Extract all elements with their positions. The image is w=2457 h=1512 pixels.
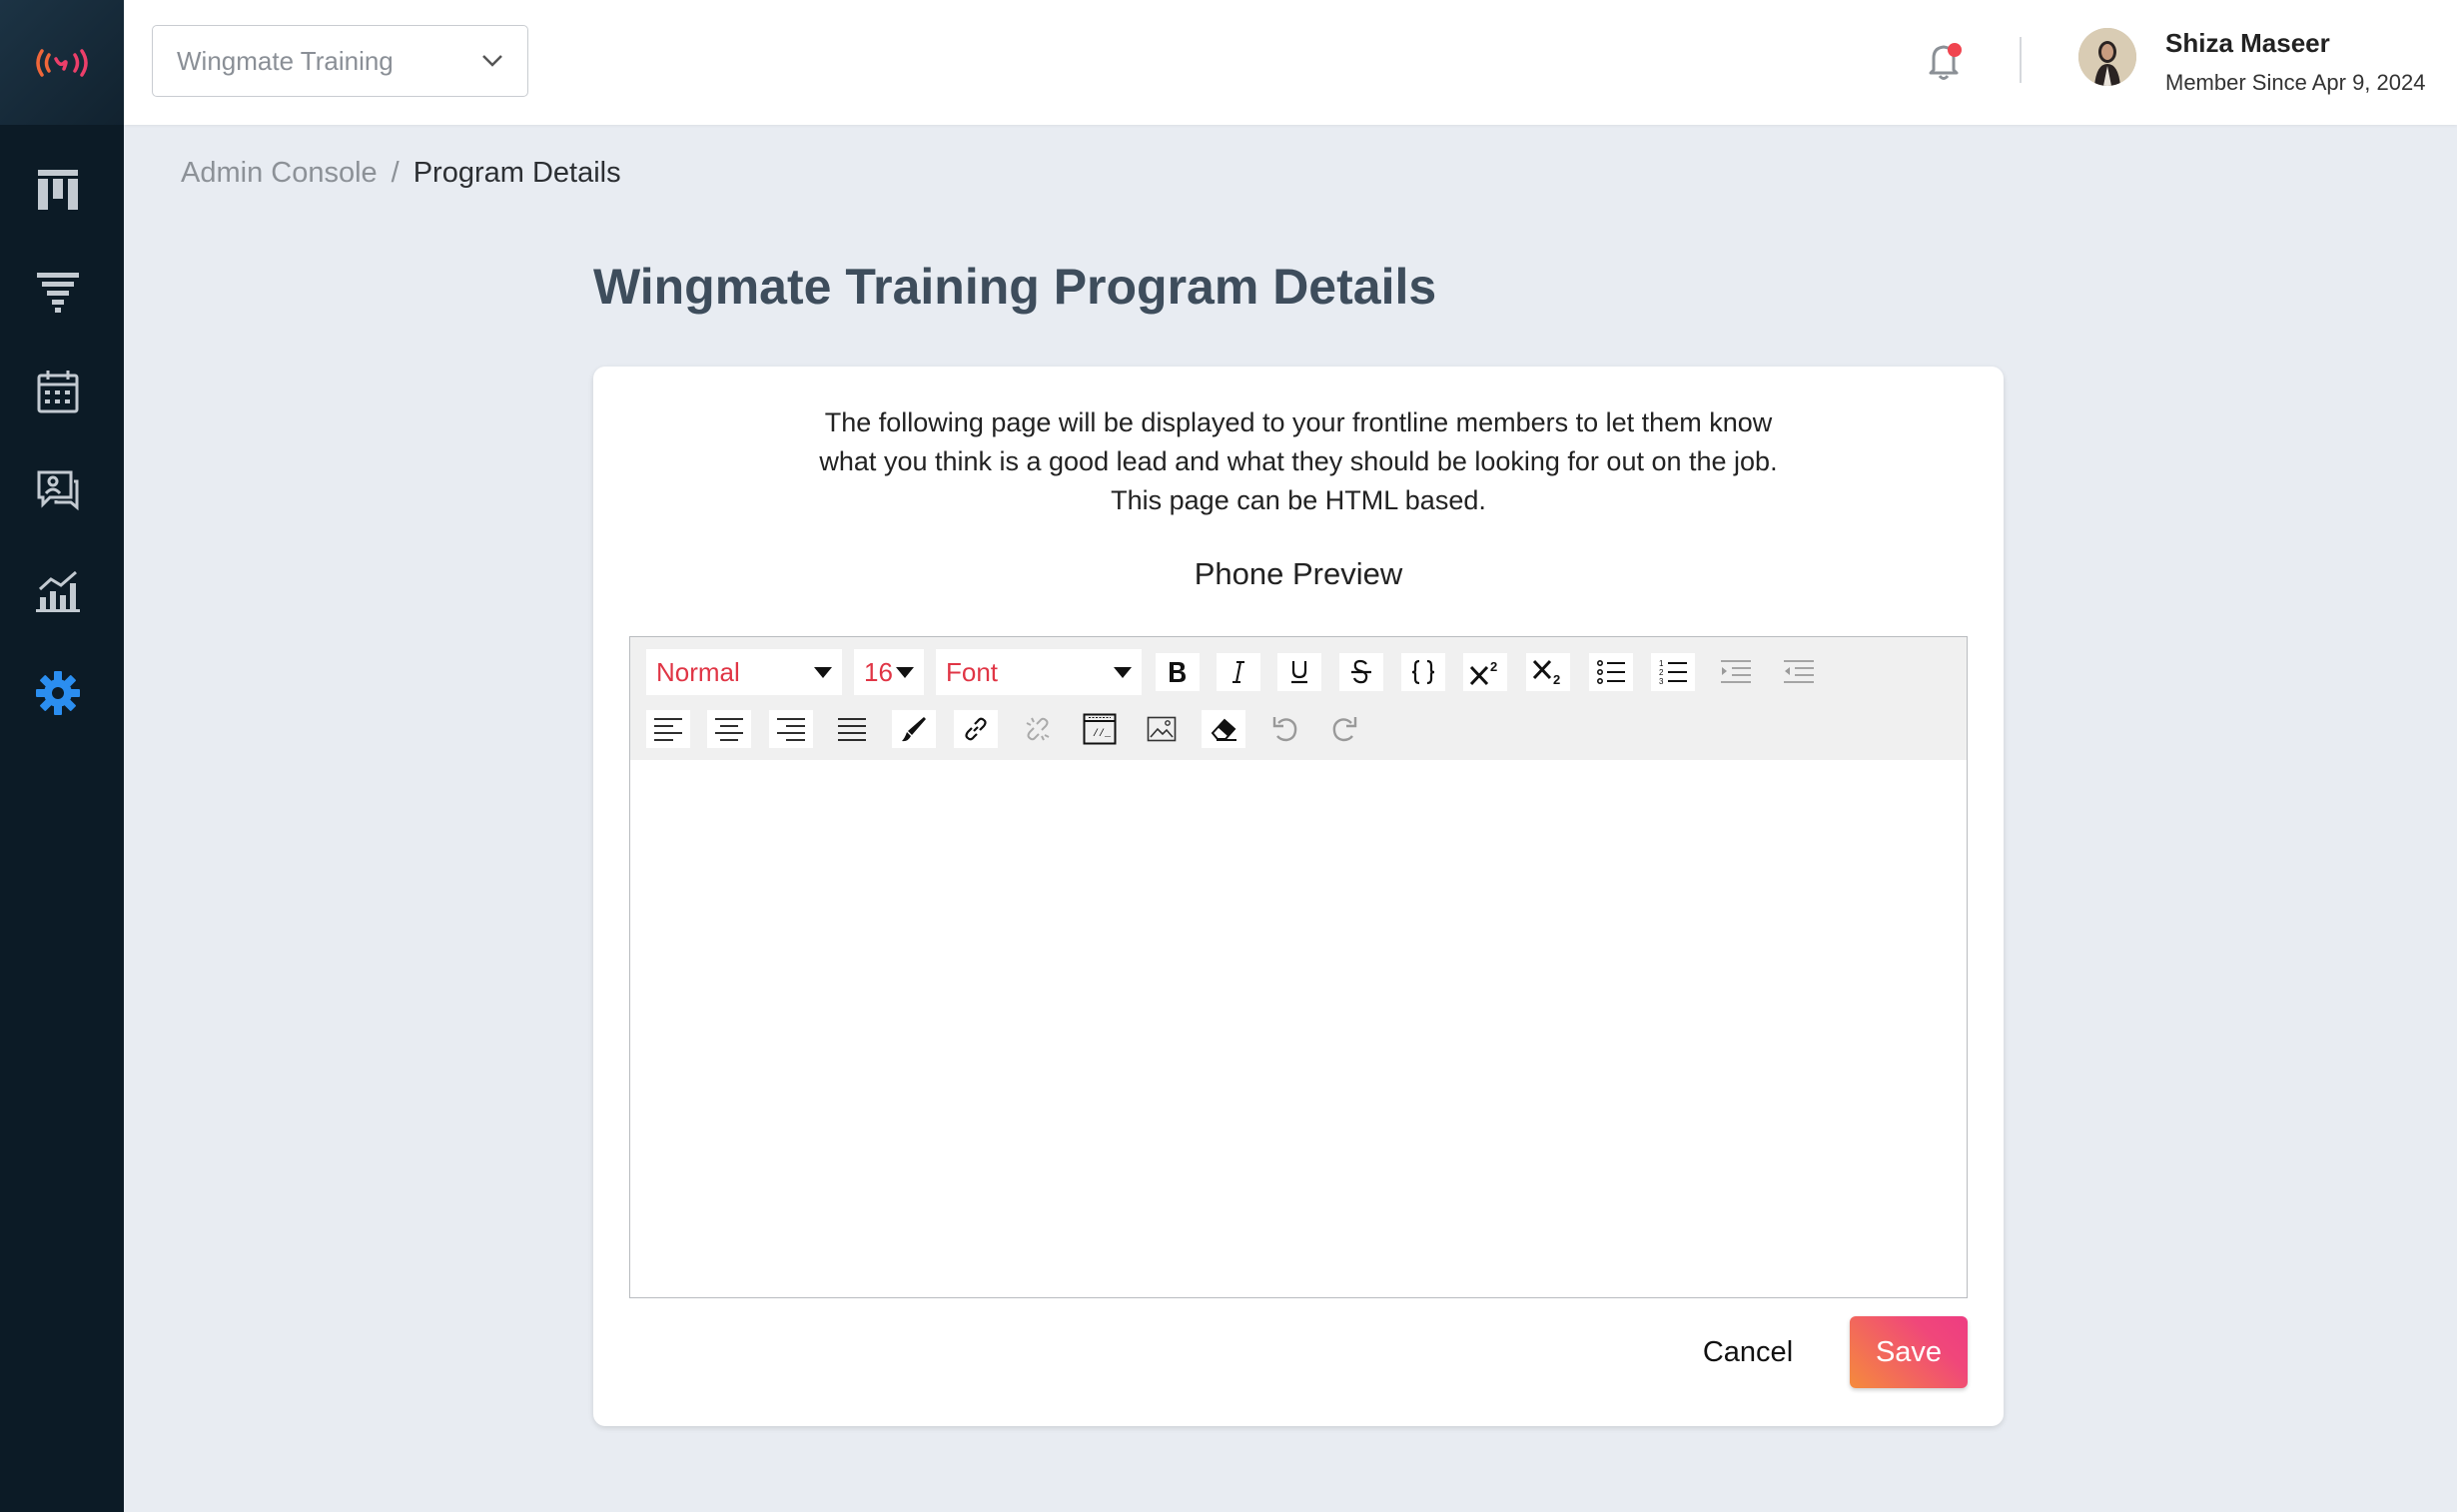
font-size-value: 16 <box>864 656 893 687</box>
top-bar: Wingmate Training Shiza Maseer Member Si… <box>124 0 2457 125</box>
svg-text:2: 2 <box>1659 668 1664 677</box>
font-size-select[interactable]: 16 <box>854 649 924 695</box>
board-icon[interactable] <box>30 162 86 218</box>
cancel-button[interactable]: Cancel <box>1673 1316 1823 1388</box>
chat-users-icon[interactable] <box>30 463 86 519</box>
superscript-icon[interactable]: 2 <box>1463 653 1507 691</box>
funnel-icon[interactable] <box>30 264 86 320</box>
description: The following page will be displayed to … <box>593 403 2004 520</box>
align-justify-icon[interactable] <box>830 710 874 748</box>
undo-icon[interactable] <box>1263 710 1307 748</box>
svg-text:3: 3 <box>1659 677 1664 685</box>
settings-gear-icon[interactable] <box>30 665 86 721</box>
app-logo[interactable] <box>0 0 124 125</box>
svg-text:2: 2 <box>1553 672 1560 686</box>
svg-text://_: //_ <box>1093 728 1112 740</box>
bold-icon[interactable] <box>1156 653 1200 691</box>
unlink-icon[interactable] <box>1016 710 1060 748</box>
topbar-divider <box>2020 37 2022 83</box>
notification-bell-icon[interactable] <box>1920 36 1970 86</box>
caret-down-icon <box>896 666 914 678</box>
caret-down-icon <box>814 666 832 678</box>
analytics-icon[interactable] <box>30 563 86 619</box>
program-details-card: The following page will be displayed to … <box>593 367 2004 1426</box>
rich-text-editor: Normal 16 Font 2 2 1 2 3 //_ <box>629 636 1968 1298</box>
member-since: Member Since Apr 9, 2024 <box>2165 70 2426 95</box>
outdent-icon[interactable] <box>1777 653 1821 691</box>
calendar-icon[interactable] <box>30 364 86 419</box>
redo-icon[interactable] <box>1322 710 1366 748</box>
page-title: Wingmate Training Program Details <box>593 259 1437 315</box>
breadcrumb-admin-console[interactable]: Admin Console <box>181 157 378 190</box>
phone-preview-link[interactable]: Phone Preview <box>593 556 2004 592</box>
bullet-list-icon[interactable] <box>1589 653 1633 691</box>
description-line: This page can be HTML based. <box>1111 485 1486 515</box>
editor-content-area[interactable] <box>630 760 1967 1297</box>
program-select-value: Wingmate Training <box>177 45 394 76</box>
breadcrumb-current: Program Details <box>412 157 621 189</box>
svg-text:2: 2 <box>1490 659 1497 674</box>
strikethrough-icon[interactable] <box>1339 653 1383 691</box>
align-left-icon[interactable] <box>646 710 690 748</box>
chevron-down-icon <box>482 55 502 67</box>
svg-text:1: 1 <box>1659 659 1664 668</box>
editor-toolbar: Normal 16 Font 2 2 1 2 3 //_ <box>630 637 1967 760</box>
font-family-value: Font <box>946 656 999 687</box>
underline-icon[interactable] <box>1277 653 1321 691</box>
program-select[interactable]: Wingmate Training <box>152 25 528 97</box>
text-color-brush-icon[interactable] <box>892 710 936 748</box>
description-line: what you think is a good lead and what t… <box>819 446 1778 476</box>
breadcrumb-separator: / <box>391 157 400 189</box>
align-center-icon[interactable] <box>707 710 751 748</box>
heading-select-value: Normal <box>656 656 740 687</box>
avatar[interactable] <box>2078 28 2136 86</box>
save-button[interactable]: Save <box>1850 1316 1968 1388</box>
align-right-icon[interactable] <box>769 710 813 748</box>
font-family-select[interactable]: Font <box>936 649 1142 695</box>
user-name: Shiza Maseer <box>2165 28 2330 58</box>
numbered-list-icon[interactable]: 123 <box>1651 653 1695 691</box>
italic-icon[interactable] <box>1217 653 1260 691</box>
image-icon[interactable] <box>1140 710 1184 748</box>
subscript-icon[interactable]: 2 <box>1526 653 1570 691</box>
link-icon[interactable] <box>954 710 998 748</box>
description-line: The following page will be displayed to … <box>824 407 1773 437</box>
breadcrumb: Admin Console / Program Details <box>181 157 621 190</box>
sidebar <box>0 0 124 1512</box>
heading-select[interactable]: Normal <box>646 649 842 695</box>
embed-icon[interactable]: //_ <box>1078 710 1122 748</box>
notification-dot <box>1948 43 1962 57</box>
clear-format-eraser-icon[interactable] <box>1202 710 1245 748</box>
code-block-icon[interactable] <box>1401 653 1445 691</box>
caret-down-icon <box>1114 666 1132 678</box>
indent-icon[interactable] <box>1714 653 1758 691</box>
